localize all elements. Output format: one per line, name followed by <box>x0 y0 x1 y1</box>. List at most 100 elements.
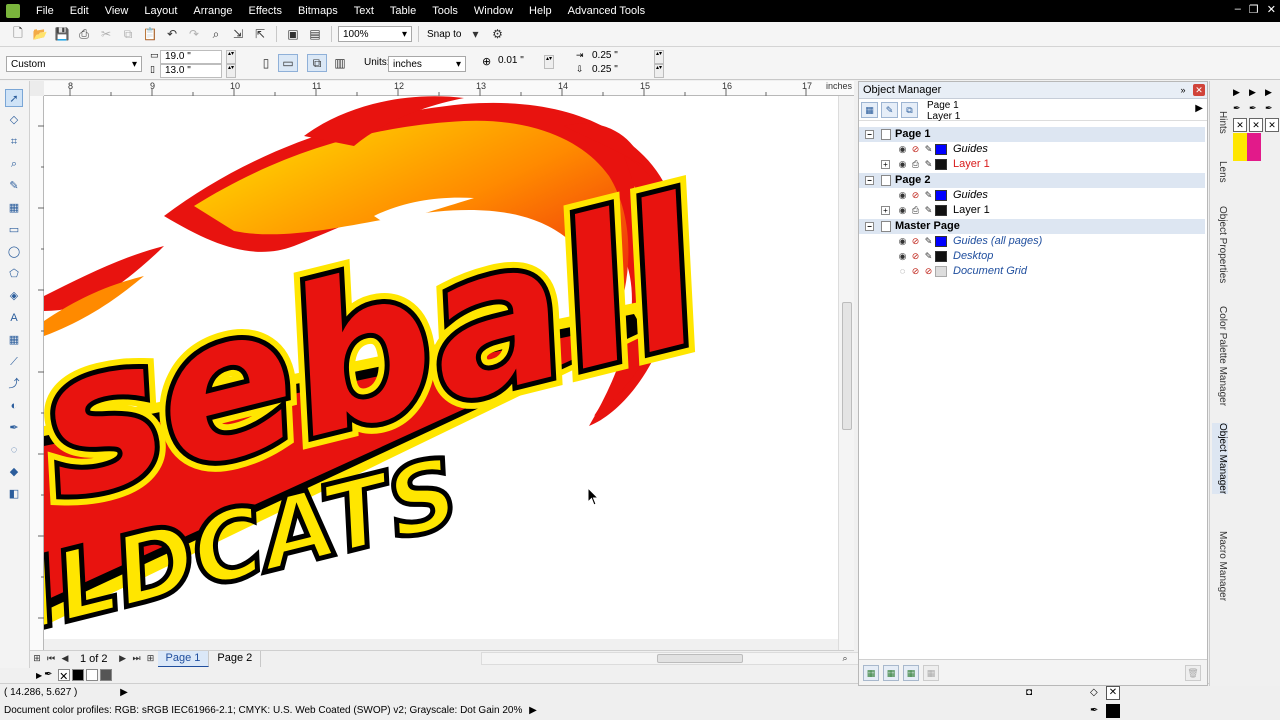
expand-icon[interactable]: ▶ <box>120 687 128 698</box>
fill-tool-icon[interactable]: ◆ <box>5 463 23 481</box>
palette-arrow-icon[interactable]: ▶ <box>1233 87 1247 101</box>
layer-color-swatch[interactable] <box>935 266 947 277</box>
tab-macro-manager[interactable]: Macro Manager <box>1212 531 1228 601</box>
freehand-tool-icon[interactable]: ✎ <box>5 177 23 195</box>
horizontal-scroll-thumb[interactable] <box>657 654 743 663</box>
tree-master-page[interactable]: − Master Page <box>859 219 1205 234</box>
active-layer-name[interactable]: Layer 1 <box>953 157 990 172</box>
pencil-icon[interactable]: ✎ <box>923 205 934 216</box>
dimension-tool-icon[interactable]: ⟋ <box>5 353 23 371</box>
collapse-docker-icon[interactable]: » <box>1177 84 1189 96</box>
expand-icon[interactable]: + <box>881 206 890 215</box>
new-master-layer-odd-icon[interactable]: ▦ <box>923 665 939 681</box>
menu-advanced-tools[interactable]: Advanced Tools <box>560 0 653 22</box>
undo-icon[interactable]: ↶ <box>162 25 182 43</box>
new-master-layer-all-icon[interactable]: ▦ <box>903 665 919 681</box>
layer-manager-view-icon[interactable]: ⧉ <box>901 102 918 118</box>
no-print-icon[interactable]: ⊘ <box>910 190 921 201</box>
options-icon[interactable]: ⚙ <box>487 25 507 43</box>
cut-icon[interactable]: ✂ <box>96 25 116 43</box>
dup-x-spinner[interactable]: ▴▾ <box>654 50 664 64</box>
no-color-swatch[interactable]: ✕ <box>1233 118 1247 132</box>
tab-hints[interactable]: Hints <box>1212 111 1228 134</box>
collapse-icon[interactable]: − <box>865 130 874 139</box>
layer-name[interactable]: Guides <box>953 188 988 203</box>
collapse-icon[interactable]: − <box>865 176 874 185</box>
no-print-icon[interactable]: ⊘ <box>910 266 921 277</box>
last-page-icon[interactable]: ⏭ <box>130 653 144 664</box>
new-master-layer-icon[interactable]: ▦ <box>883 665 899 681</box>
zoom-navigator-icon[interactable]: ⌕ <box>838 653 852 664</box>
ellipse-tool-icon[interactable]: ◯ <box>5 243 23 261</box>
smart-fill-tool-icon[interactable]: ▦ <box>5 199 23 217</box>
all-pages-icon[interactable]: ⧉ <box>307 54 327 72</box>
menu-edit[interactable]: Edit <box>62 0 97 22</box>
eye-icon[interactable]: ◉ <box>897 144 908 155</box>
yellow-swatch[interactable] <box>1233 133 1247 147</box>
menu-effects[interactable]: Effects <box>241 0 290 22</box>
expand-icon[interactable]: + <box>881 160 890 169</box>
eyedropper-icon[interactable]: ✒ <box>1249 103 1263 117</box>
snap-to-dropdown[interactable]: Snap to <box>425 29 463 40</box>
tab-lens[interactable]: Lens <box>1212 161 1228 183</box>
chevron-down-icon[interactable]: ▾ <box>465 25 485 43</box>
open-icon[interactable]: 📂 <box>30 25 50 43</box>
tree-page-1[interactable]: − Page 1 <box>859 127 1205 142</box>
layer-color-swatch[interactable] <box>935 205 947 216</box>
locked-icon[interactable]: ⊘ <box>923 266 934 277</box>
layer-color-swatch[interactable] <box>935 236 947 247</box>
crop-tool-icon[interactable]: ⌗ <box>5 133 23 151</box>
duplicate-distance-x-field[interactable]: 0.25 " <box>588 50 650 64</box>
minimize-icon[interactable]: – <box>1235 3 1241 16</box>
edit-across-layers-icon[interactable]: ✎ <box>881 102 898 118</box>
eyedropper-icon[interactable]: ✒ <box>1265 103 1279 117</box>
vertical-ruler[interactable] <box>30 96 44 650</box>
new-layer-icon[interactable]: ▦ <box>863 665 879 681</box>
eyedropper-icon[interactable]: ✒ <box>1233 103 1247 117</box>
units-select[interactable]: inches ▾ <box>388 56 466 72</box>
menu-table[interactable]: Table <box>382 0 424 22</box>
nudge-spinner[interactable]: ▴▾ <box>544 55 554 69</box>
delete-icon[interactable]: 🗑 <box>1185 665 1201 681</box>
menu-bitmaps[interactable]: Bitmaps <box>290 0 346 22</box>
welcome-screen-icon[interactable]: ▤ <box>305 25 325 43</box>
no-print-icon[interactable]: ⊘ <box>910 251 921 262</box>
no-color-swatch[interactable]: ✕ <box>1249 118 1263 132</box>
print-icon[interactable]: ⎙ <box>74 25 94 43</box>
menu-view[interactable]: View <box>97 0 137 22</box>
outline-color-swatch[interactable] <box>1106 704 1120 718</box>
tree-layer-layer1[interactable]: + ◉ ⎙ ✎ Layer 1 <box>859 157 1205 172</box>
layer-color-swatch[interactable] <box>935 190 947 201</box>
flyout-arrow-icon[interactable]: ▶ <box>1195 103 1203 114</box>
nudge-distance-field[interactable]: 0.01 " <box>494 55 538 69</box>
export-icon[interactable]: ⇱ <box>250 25 270 43</box>
horizontal-scrollbar[interactable] <box>481 652 865 665</box>
blend-tool-icon[interactable]: ◐ <box>5 397 23 415</box>
show-properties-icon[interactable]: ▦ <box>861 102 878 118</box>
page-width-field[interactable]: 19.0 " <box>160 50 222 64</box>
pencil-icon[interactable]: ✎ <box>923 236 934 247</box>
eye-off-icon[interactable]: ◌ <box>897 266 908 277</box>
vertical-scroll-thumb[interactable] <box>842 302 852 430</box>
menu-file[interactable]: File <box>28 0 62 22</box>
eye-icon[interactable]: ◉ <box>897 236 908 247</box>
ruler-origin[interactable] <box>30 81 44 96</box>
close-icon[interactable]: ✕ <box>1267 3 1276 16</box>
tab-object-properties[interactable]: Object Properties <box>1212 206 1228 283</box>
no-print-icon[interactable]: ⊘ <box>910 144 921 155</box>
eye-icon[interactable]: ◉ <box>897 205 908 216</box>
black-swatch[interactable] <box>72 669 85 681</box>
eyedropper-icon[interactable]: ✒ <box>44 669 56 681</box>
tree-layer-guides[interactable]: ◉ ⊘ ✎ Guides <box>859 188 1205 203</box>
white-swatch[interactable] <box>86 669 99 681</box>
tree-layer-document-grid[interactable]: ◌ ⊘ ⊘ Document Grid <box>859 264 1205 279</box>
printer-icon[interactable]: ⎙ <box>910 159 921 170</box>
drawing-canvas[interactable]: seball seball seball ILDCATS <box>44 96 838 639</box>
no-print-icon[interactable]: ⊘ <box>910 236 921 247</box>
pick-tool-icon[interactable]: ➚ <box>5 89 23 107</box>
menu-window[interactable]: Window <box>466 0 521 22</box>
page-tab-1[interactable]: Page 1 <box>157 650 210 667</box>
shape-tool-icon[interactable]: ◇ <box>5 111 23 129</box>
import-icon[interactable]: ⇲ <box>228 25 248 43</box>
tree-layer-desktop[interactable]: ◉ ⊘ ✎ Desktop <box>859 249 1205 264</box>
